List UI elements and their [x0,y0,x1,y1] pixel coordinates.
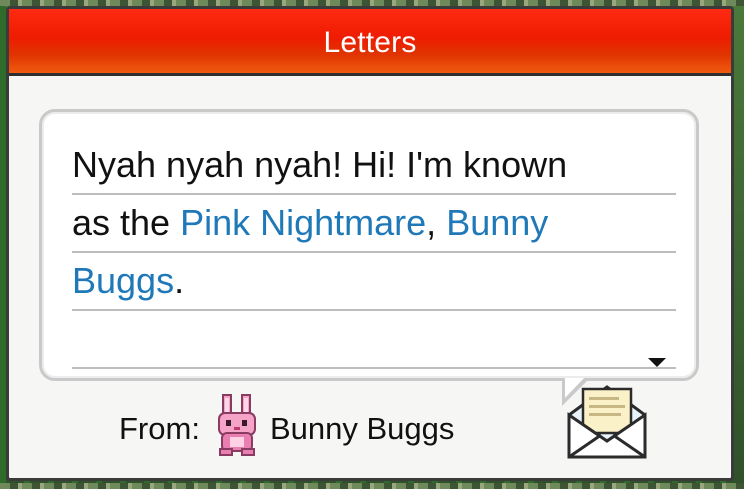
letter-text-2-sep: , [426,202,447,243]
from-label: From: [119,411,200,446]
sender-row: From: Bunny Buggs [119,394,454,464]
letter-text-2a: as the [72,202,181,243]
letter-line-1: Nyah nyah nyah! Hi! I'm known [72,137,676,195]
letter-line-4 [72,311,676,369]
game-scene: Letters Nyah nyah nyah! Hi! I'm known as… [0,0,744,489]
letters-window: Letters Nyah nyah nyah! Hi! I'm known as… [6,6,734,481]
letter-text-3-end: . [174,260,185,301]
sender-name: Bunny Buggs [269,411,455,446]
letter-line-2: as the Pink Nightmare, Bunny [72,195,676,253]
open-envelope-icon[interactable] [565,377,649,466]
letter-line-3: Buggs. [72,253,676,311]
background-strip-bottom [0,483,744,489]
speech-bubble[interactable]: Nyah nyah nyah! Hi! I'm known as the Pin… [39,109,699,406]
highlight-pink-nightmare: Pink Nightmare [180,202,427,243]
highlight-buggs: Buggs [72,260,175,301]
letter-text-1: Nyah nyah nyah! Hi! I'm known [72,144,568,185]
pink-bunny-icon [214,393,260,465]
window-titlebar: Letters [9,9,731,76]
window-title: Letters [323,26,417,59]
down-triangle-icon[interactable] [648,358,666,367]
highlight-bunny: Bunny [446,202,549,243]
